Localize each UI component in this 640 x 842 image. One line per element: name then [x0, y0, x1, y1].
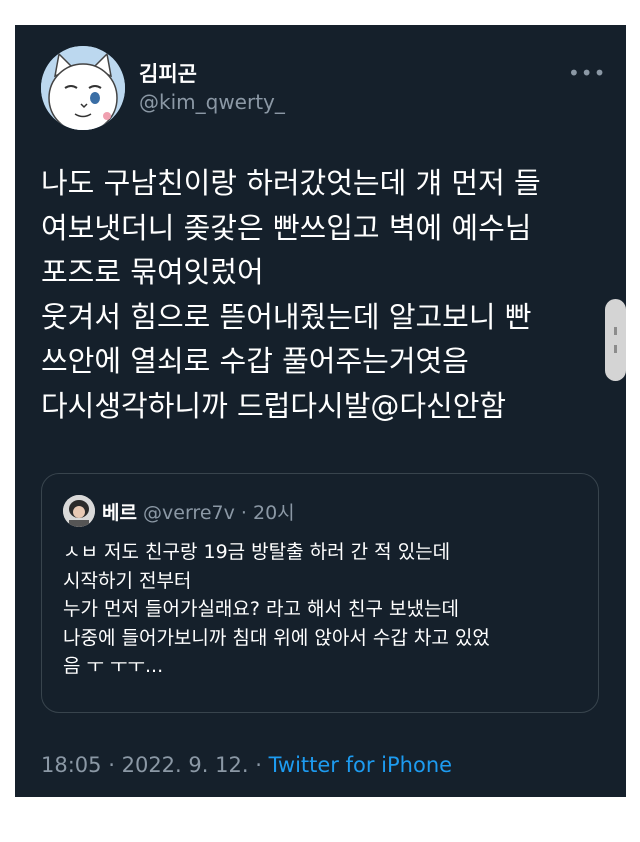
tweet-text: 나도 구남친이랑 하러갔엇는데 걔 먼저 들 여보냇더니 좆갗은 빤쓰입고 벽에… [41, 161, 601, 428]
author-handle[interactable]: @kim_qwerty_ [139, 90, 285, 114]
author-name[interactable]: 김피곤 [139, 58, 197, 88]
quoted-text-line: ㅅㅂ 저도 친구랑 19금 방탈출 하러 간 적 있는데 [63, 541, 451, 563]
tweet-meta: 18:05 · 2022. 9. 12. · Twitter for iPhon… [41, 753, 452, 777]
grip-line [614, 327, 617, 335]
tweet-text-line: 포즈로 묶여잇렀어 [41, 255, 264, 289]
separator-dot: · [255, 753, 262, 777]
quoted-text-line: 음 ㅜ ㅜㅜ... [63, 655, 164, 677]
quoted-text: ㅅㅂ 저도 친구랑 19금 방탈출 하러 간 적 있는데 시작하기 전부터 누가… [63, 538, 587, 681]
tweet-text-line: 쓰안에 열쇠로 수갑 풀어주는거엿음 [41, 344, 469, 378]
quoted-author-avatar[interactable] [63, 495, 95, 527]
tweet-text-line: 다시생각하니까 드럽다시발@다신안함 [41, 388, 507, 423]
quoted-text-line: 누가 먼저 들어가실래요? 라고 해서 친구 보냈는데 [63, 598, 459, 620]
tweet-text-line: 나도 구남친이랑 하러갔엇는데 걔 먼저 들 [41, 166, 541, 200]
quoted-author-name[interactable]: 베르 [102, 502, 137, 524]
quoted-text-line: 나중에 들어가보니까 침대 위에 앉아서 수갑 차고 있었 [63, 626, 490, 649]
photo-avatar-icon [63, 495, 95, 527]
more-horizontal-icon[interactable]: ••• [568, 61, 606, 85]
quoted-author-handle[interactable]: @verre7v [143, 502, 235, 524]
tweet-text-line: 여보냇더니 좆갗은 빤쓰입고 벽에 예수님 [41, 210, 532, 245]
cat-avatar-icon [41, 46, 125, 130]
quoted-tweet[interactable]: 베르 @verre7v · 20시 ㅅㅂ 저도 친구랑 19금 방탈출 하러 간… [41, 473, 599, 713]
tweet-source-link[interactable]: Twitter for iPhone [269, 753, 453, 777]
tweet-time[interactable]: 18:05 [41, 753, 102, 777]
tweet-card: 김피곤 @kim_qwerty_ ••• 나도 구남친이랑 하러갔엇는데 걔 먼… [15, 25, 626, 797]
quoted-text-line: 시작하기 전부터 [63, 569, 192, 592]
scroll-handle[interactable] [605, 299, 626, 381]
tweet-text-line: 웃겨서 힘으로 뜯어내줬는데 알고보니 빤 [41, 299, 532, 334]
separator-dot: · [108, 753, 115, 777]
quoted-header: 베르 @verre7v · 20시 [102, 498, 295, 525]
grip-line [614, 345, 617, 353]
author-avatar[interactable] [41, 46, 125, 130]
separator-dot: · [240, 502, 247, 524]
quoted-timestamp[interactable]: 20시 [253, 502, 295, 524]
tweet-date[interactable]: 2022. 9. 12. [122, 753, 249, 777]
